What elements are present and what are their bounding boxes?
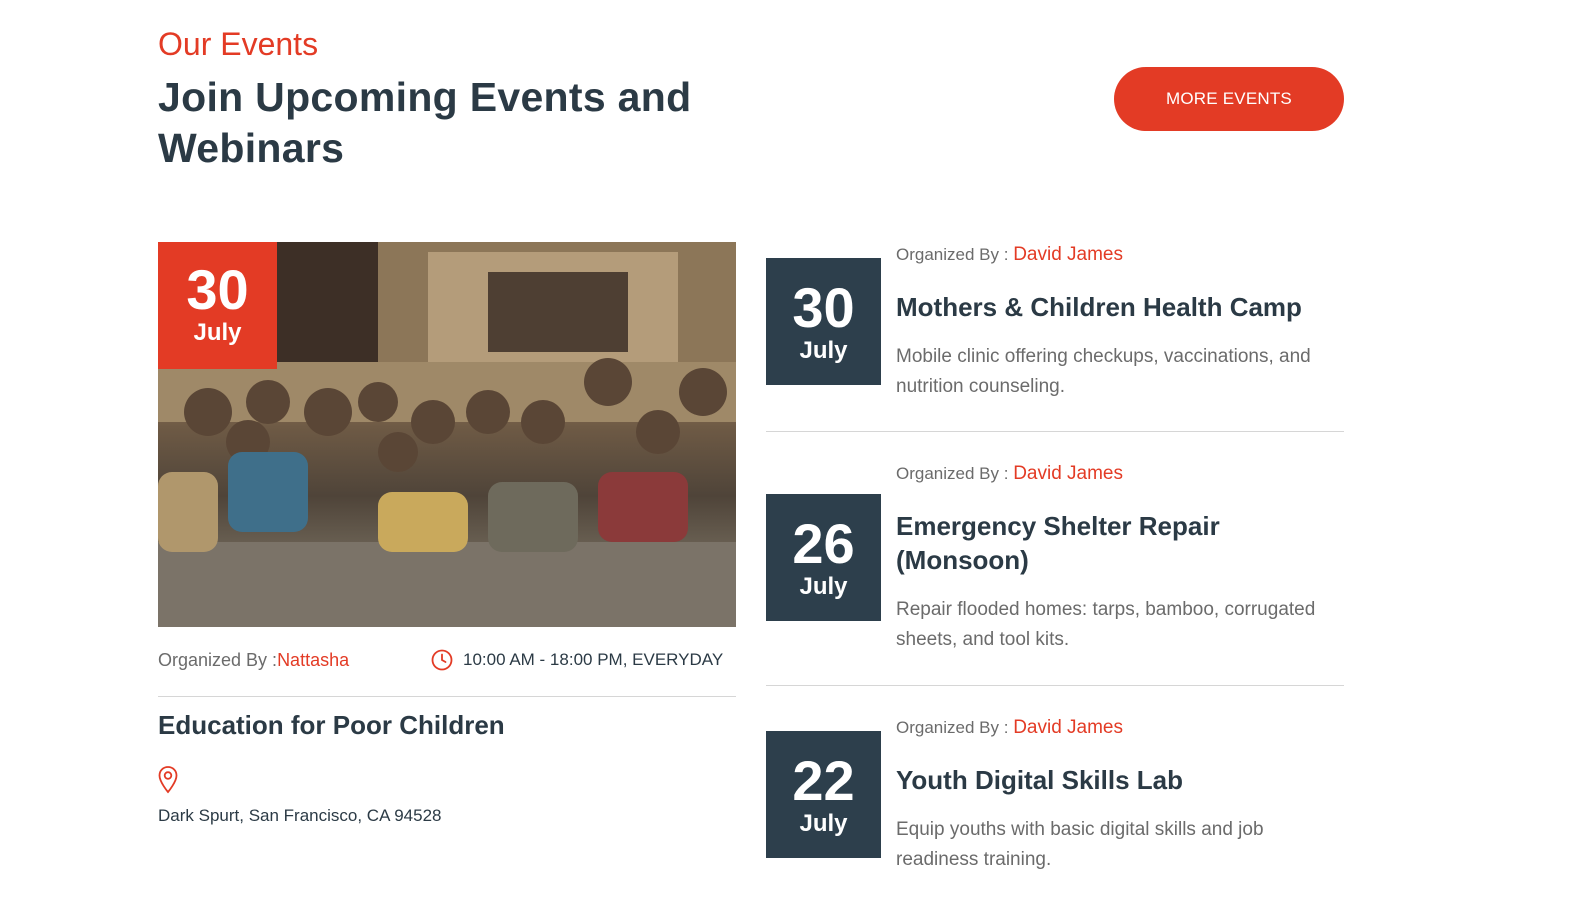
event-date-day: 22 [792, 749, 855, 812]
event-description: Repair flooded homes: tarps, bamboo, cor… [896, 599, 1316, 650]
event-date-badge: 26 July [766, 494, 881, 621]
event-organizer-name[interactable]: David James [1013, 463, 1123, 484]
event-divider [766, 431, 1344, 432]
event-title[interactable]: Emergency Shelter Repair (Monsoon) [896, 509, 1346, 577]
more-events-button[interactable]: MORE EVENTS [1114, 67, 1344, 131]
event-organizer-name[interactable]: David James [1013, 244, 1123, 265]
featured-organizer-label: Organized By : [158, 650, 278, 670]
event-organizer-name[interactable]: David James [1013, 717, 1123, 738]
section-heading: Join Upcoming Events and Webinars [158, 74, 692, 171]
event-organizer-label: Organized By : [896, 245, 1009, 264]
event-date-month: July [799, 337, 848, 364]
map-pin-icon [157, 765, 179, 795]
featured-organizer-name[interactable]: Nattasha [277, 650, 349, 670]
event-divider [766, 685, 1344, 686]
event-description: Mobile clinic offering checkups, vaccina… [896, 346, 1311, 397]
event-title[interactable]: Youth Digital Skills Lab [896, 763, 1346, 797]
event-organizer: Organized By : David James [896, 463, 1123, 485]
event-date-day: 30 [792, 276, 855, 339]
section-eyebrow: Our Events [158, 26, 319, 62]
featured-address: Dark Spurt, San Francisco, CA 94528 [158, 806, 442, 825]
featured-divider [158, 696, 736, 697]
event-date-badge: 22 July [766, 731, 881, 858]
event-date-month: July [799, 573, 848, 600]
event-organizer-label: Organized By : [896, 464, 1009, 483]
event-description: Equip youths with basic digital skills a… [896, 819, 1264, 870]
event-organizer: Organized By : David James [896, 717, 1123, 739]
clock-icon [431, 649, 453, 671]
featured-title[interactable]: Education for Poor Children [158, 710, 505, 741]
featured-time: 10:00 AM - 18:00 PM, EVERYDAY [431, 649, 723, 671]
event-date-month: July [799, 810, 848, 837]
featured-date-day: 30 [186, 258, 249, 321]
event-date-badge: 30 July [766, 258, 881, 385]
featured-organizer: Organized By :Nattasha [158, 650, 349, 671]
featured-date-month: July [193, 319, 242, 346]
event-title[interactable]: Mothers & Children Health Camp [896, 290, 1346, 324]
featured-date-badge: 30 July [158, 242, 277, 369]
event-date-day: 26 [792, 512, 855, 575]
featured-time-text: 10:00 AM - 18:00 PM, EVERYDAY [463, 650, 724, 669]
event-organizer-label: Organized By : [896, 718, 1009, 737]
event-organizer: Organized By : David James [896, 244, 1123, 266]
